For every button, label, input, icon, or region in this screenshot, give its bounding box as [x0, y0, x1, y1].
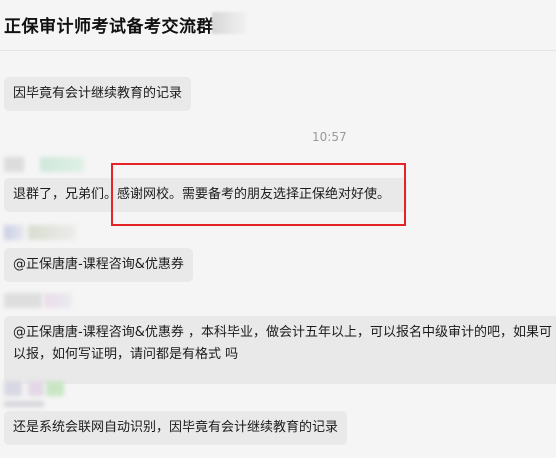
message-bubble-5[interactable]: 还是系统会联网自动识别，因毕竟有会计继续教育的记录: [4, 411, 348, 445]
message-text: 因毕竟有会计继续教育的记录: [13, 86, 183, 101]
message-bubble-4[interactable]: @正保唐唐-课程咨询&优惠券 ，本科毕业，做会计五年以上，可以报名中级审计的吧，…: [4, 316, 556, 384]
message-timestamp: 10:57: [312, 130, 347, 144]
sender-name-blurred: [40, 157, 84, 172]
message-text-line-2: 以报，如何写证明，请问都是有格式 吗: [13, 347, 239, 362]
message-text-line-1: @正保唐唐-课程咨询&优惠券 ，本科毕业，做会计五年以上，可以报名中级审计的吧，…: [13, 325, 552, 340]
group-title: 正保审计师考试备考交流群: [4, 17, 214, 37]
sender-name-blurred: [46, 381, 64, 396]
sender-name-blurred: [28, 225, 76, 240]
redacted-member-count: [212, 12, 246, 34]
sender-name-blurred: [4, 401, 44, 407]
sender-name-blurred: [44, 293, 72, 308]
chat-header: 正保审计师考试备考交流群: [0, 0, 556, 51]
message-text: @正保唐唐-课程咨询&优惠券: [13, 257, 184, 272]
message-text: 还是系统会联网自动识别，因毕竟有会计继续教育的记录: [13, 420, 339, 435]
sender-avatar: [4, 225, 24, 240]
highlight-annotation: [111, 163, 406, 226]
sender-avatar: [4, 293, 42, 308]
sender-name-blurred: [28, 381, 44, 396]
sender-avatar: [4, 157, 24, 172]
sender-avatar: [4, 381, 22, 396]
message-bubble-3[interactable]: @正保唐唐-课程咨询&优惠券: [4, 248, 193, 282]
message-bubble-1[interactable]: 因毕竟有会计继续教育的记录: [4, 77, 192, 111]
